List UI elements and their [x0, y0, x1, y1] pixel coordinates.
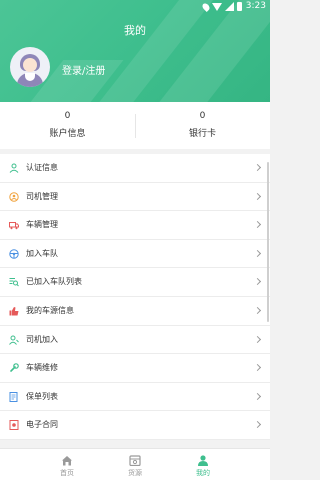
menu-item-policy-list[interactable]: 保单列表 [0, 383, 270, 412]
stat-value: 0 [64, 111, 71, 121]
menu-item-label: 电子合同 [26, 420, 58, 430]
contract-icon [9, 420, 19, 431]
chevron-right-icon [253, 278, 262, 286]
chevron-right-icon [253, 364, 262, 372]
menu-item-vehicle-repair[interactable]: 车辆维修 [0, 354, 270, 383]
profile-icon [198, 455, 208, 466]
menu-item-driver-management[interactable]: 司机管理 [0, 183, 270, 212]
menu-item-label: 司机管理 [26, 191, 58, 201]
tab-home[interactable]: 首页 [32, 449, 102, 480]
tab-mine[interactable]: 我的 [168, 449, 238, 480]
tab-cargo[interactable]: 货源 [100, 449, 170, 480]
profile-header: 3:23 我的 登录/注册 [0, 0, 270, 102]
menu-item-label: 加入车队 [26, 248, 58, 258]
chevron-right-icon [253, 163, 262, 172]
menu-item-join-fleet[interactable]: 加入车队 [0, 240, 270, 269]
battery-icon [237, 2, 242, 11]
chevron-right-icon [253, 249, 262, 257]
scrollbar[interactable] [267, 162, 269, 322]
menu-item-certification[interactable]: 认证信息 [0, 154, 270, 183]
stat-value: 0 [199, 111, 206, 121]
chevron-right-icon [253, 392, 262, 400]
chevron-right-icon [253, 221, 262, 229]
menu-item-vehicle-management[interactable]: 车辆管理 [0, 211, 270, 240]
avatar[interactable] [10, 47, 50, 87]
status-time: 3:23 [245, 1, 266, 11]
menu-item-driver-join[interactable]: 司机加入 [0, 326, 270, 355]
menu-item-my-vehicle-info[interactable]: 我的车源信息 [0, 297, 270, 326]
menu-item-label: 认证信息 [26, 163, 58, 172]
menu-item-label: 我的车源信息 [26, 305, 74, 315]
chevron-right-icon [253, 421, 262, 429]
user-add-icon [9, 335, 19, 345]
tab-label: 首页 [60, 469, 74, 477]
menu-item-label: 已加入车队列表 [26, 277, 82, 287]
location-icon [201, 1, 211, 12]
user-icon [9, 163, 19, 173]
menu-list: 认证信息 司机管理 车辆管理 加入车队 已加入车队列表 我的车源信息 司机加入 … [0, 154, 270, 440]
stat-label: 银行卡 [188, 129, 216, 139]
menu-item-label: 司机加入 [26, 334, 58, 344]
stat-label: 账户信息 [49, 129, 86, 139]
menu-item-label: 车辆管理 [26, 220, 58, 230]
bottom-tab-bar: 首页 货源 我的 [0, 448, 270, 480]
truck-icon [9, 222, 19, 230]
chevron-right-icon [253, 192, 262, 200]
home-icon [62, 456, 72, 466]
status-bar: 3:23 [0, 0, 270, 14]
stat-bank-card[interactable]: 0 银行卡 [135, 102, 270, 149]
menu-item-joined-fleet-list[interactable]: 已加入车队列表 [0, 268, 270, 297]
menu-item-label: 车辆维修 [26, 363, 58, 373]
signal-icon [225, 2, 234, 11]
tab-label: 我的 [196, 469, 210, 477]
account-stats: 0 账户信息 0 银行卡 [0, 102, 270, 149]
menu-item-label: 保单列表 [26, 391, 58, 401]
login-register-link[interactable]: 登录/注册 [62, 62, 105, 77]
menu-item-e-contract[interactable]: 电子合同 [0, 411, 270, 440]
chevron-right-icon [253, 335, 262, 343]
stat-account-info[interactable]: 0 账户信息 [0, 102, 135, 149]
page-title: 我的 [124, 24, 146, 37]
tab-label: 货源 [128, 469, 142, 477]
steering-wheel-icon [9, 249, 19, 259]
driver-icon [9, 191, 19, 202]
wrench-icon [10, 363, 19, 372]
document-icon [9, 391, 18, 402]
thumb-icon [9, 306, 19, 316]
chevron-right-icon [253, 306, 262, 315]
cargo-icon [129, 455, 141, 466]
list-search-icon [9, 278, 19, 287]
wifi-icon [212, 2, 222, 11]
